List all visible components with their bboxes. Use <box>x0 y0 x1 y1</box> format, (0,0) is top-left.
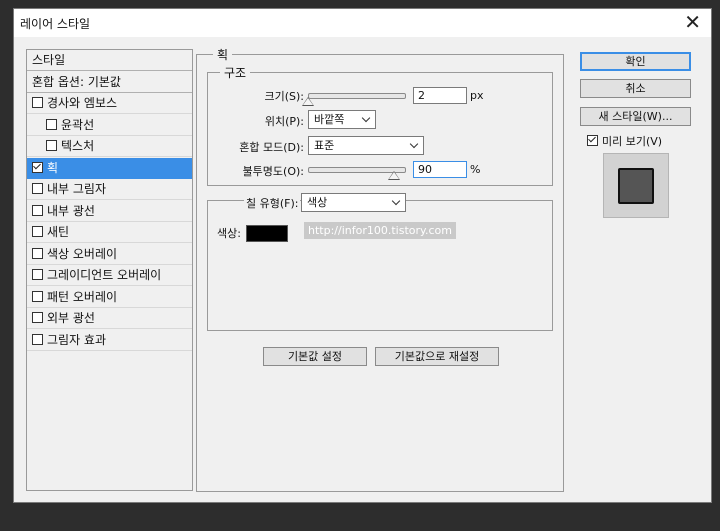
style-checkbox[interactable] <box>32 333 43 345</box>
style-list-item[interactable]: 경사와 엠보스 <box>27 93 192 114</box>
style-checkbox[interactable] <box>32 269 43 280</box>
opacity-slider-handle[interactable] <box>388 171 401 180</box>
style-checkbox[interactable] <box>32 183 43 194</box>
style-checkbox[interactable] <box>32 290 43 302</box>
style-list-item[interactable]: 색상 오버레이 <box>27 244 192 265</box>
styles-list: 스타일혼합 옵션: 기본값경사와 엠보스윤곽선텍스처 획내부 그림자내부 광선새틴… <box>26 49 193 491</box>
fill-type-select[interactable]: 색상 <box>301 193 406 212</box>
style-list-label: 윤곽선 <box>61 117 95 132</box>
preview-toggle[interactable]: 미리 보기(V) <box>587 133 662 149</box>
style-list-item[interactable]: 패턴 오버레이 <box>27 287 192 308</box>
position-value: 바깥쪽 <box>314 113 345 126</box>
style-list-item[interactable]: 혼합 옵션: 기본값 <box>27 72 192 93</box>
style-list-label: 내부 광선 <box>47 203 95 218</box>
close-icon[interactable]: ✕ <box>684 11 701 33</box>
size-label: 크기(S): <box>264 90 304 103</box>
style-list-label: 경사와 엠보스 <box>47 96 118 110</box>
preview-checkbox[interactable] <box>587 135 598 146</box>
window-title: 레이어 스타일 <box>20 17 91 31</box>
fill-type-label: 칠 유형(F): <box>244 195 301 211</box>
style-checkbox[interactable] <box>32 204 43 216</box>
style-list-label: 혼합 옵션: 기본값 <box>32 74 121 89</box>
title-bar: 레이어 스타일 ✕ <box>14 9 711 37</box>
style-checkbox[interactable] <box>32 97 43 108</box>
style-checkbox[interactable] <box>46 118 57 130</box>
style-list-label: 획 <box>47 160 59 175</box>
style-list-item[interactable]: 획 <box>27 157 192 179</box>
style-list-label: 외부 광선 <box>47 311 95 325</box>
style-list-item[interactable]: 외부 광선 <box>27 308 192 329</box>
blend-mode-value: 표준 <box>314 139 335 152</box>
new-style-button[interactable]: 새 스타일(W)... <box>580 107 691 126</box>
watermark-text: http://infor100.tistory.com <box>304 222 456 239</box>
style-checkbox[interactable] <box>32 226 43 237</box>
style-list-item[interactable]: 스타일 <box>27 50 192 71</box>
color-swatch[interactable] <box>246 225 288 242</box>
style-list-item[interactable]: 내부 그림자 <box>27 179 192 200</box>
ok-button[interactable]: 확인 <box>580 52 691 71</box>
opacity-unit: % <box>470 163 481 176</box>
style-checkbox[interactable] <box>32 247 43 259</box>
style-list-label: 텍스처 <box>61 139 95 153</box>
chevron-down-icon <box>391 196 401 206</box>
size-unit: px <box>470 89 484 102</box>
structure-title: 구조 <box>220 64 251 81</box>
opacity-input[interactable]: 90 <box>413 161 467 178</box>
style-list-label: 그림자 효과 <box>47 332 107 347</box>
structure-group: 구조 크기(S): 2 px 위치(P): 바깥쪽 혼합 모드(D): 표준 불… <box>207 64 553 186</box>
style-list-item[interactable]: 새틴 <box>27 222 192 243</box>
style-checkbox[interactable] <box>46 140 57 151</box>
style-list-label: 새틴 <box>47 225 70 239</box>
style-list-item[interactable]: 그레이디언트 오버레이 <box>27 265 192 286</box>
style-checkbox[interactable] <box>32 312 43 323</box>
style-list-label: 내부 그림자 <box>47 182 107 196</box>
style-list-item[interactable]: 그림자 효과 <box>27 330 192 351</box>
size-slider-track[interactable] <box>308 93 406 99</box>
opacity-label: 불투명도(O): <box>242 165 304 178</box>
style-list-label: 패턴 오버레이 <box>47 289 118 304</box>
fill-group: 칠 유형(F): 색상 색상: http://infor100.tistory.… <box>207 193 553 331</box>
panel-title: 획 <box>213 46 233 63</box>
chevron-down-icon <box>409 139 419 149</box>
size-slider-handle[interactable] <box>302 97 314 106</box>
style-list-item[interactable]: 내부 광선 <box>27 201 192 222</box>
reset-default-button[interactable]: 기본값으로 재설정 <box>375 347 499 366</box>
preview-swatch <box>618 168 654 204</box>
style-preview <box>603 153 669 218</box>
style-checkbox[interactable] <box>32 161 43 173</box>
style-list-label: 색상 오버레이 <box>47 246 118 261</box>
style-list-label: 그레이디언트 오버레이 <box>47 268 162 282</box>
style-list-label: 스타일 <box>32 53 66 67</box>
cancel-button[interactable]: 취소 <box>580 79 691 98</box>
blend-mode-label: 혼합 모드(D): <box>239 141 304 154</box>
set-default-button[interactable]: 기본값 설정 <box>263 347 367 366</box>
color-label: 색상: <box>217 227 241 240</box>
position-label: 위치(P): <box>264 115 304 128</box>
preview-label: 미리 보기(V) <box>602 135 663 148</box>
style-list-item[interactable]: 윤곽선 <box>27 115 192 136</box>
fill-type-value: 색상 <box>307 196 328 209</box>
stroke-panel: 획 구조 크기(S): 2 px 위치(P): 바깥쪽 혼합 모드(D): 표준… <box>196 46 564 492</box>
blend-mode-select[interactable]: 표준 <box>308 136 424 155</box>
style-list-item[interactable]: 텍스처 <box>27 136 192 157</box>
chevron-down-icon <box>361 113 371 123</box>
position-select[interactable]: 바깥쪽 <box>308 110 376 129</box>
size-input[interactable]: 2 <box>413 87 467 104</box>
layer-style-dialog: 레이어 스타일 ✕ 스타일 혼합 옵션: 기본값 경사와 엠보스 윤곽선 텍스처 획 내부 … <box>13 8 712 503</box>
